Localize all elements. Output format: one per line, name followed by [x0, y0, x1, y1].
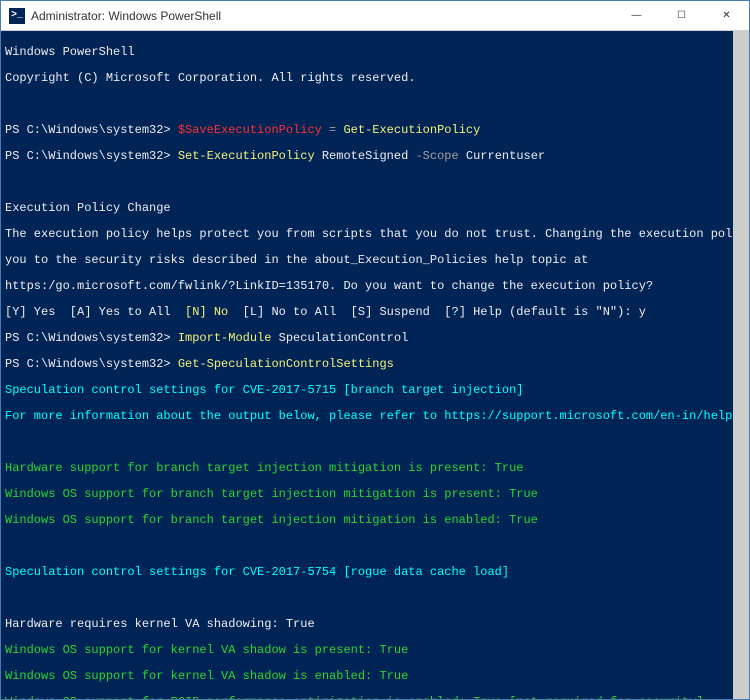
powershell-icon: >_ [9, 8, 25, 24]
output-info: Speculation control settings for CVE-201… [5, 384, 745, 397]
prompt: PS C:\Windows\system32> [5, 149, 178, 163]
option-text: [L] No to All [S] Suspend [?] Help (defa… [228, 305, 646, 319]
cmdlet: Import-Module [178, 331, 272, 345]
maximize-button[interactable]: ☐ [659, 1, 704, 30]
argument: RemoteSigned [315, 149, 416, 163]
policy-title: Execution Policy Change [5, 202, 745, 215]
cmdlet: Get-SpeculationControlSettings [178, 357, 394, 371]
window-title: Administrator: Windows PowerShell [31, 9, 614, 23]
policy-options: [Y] Yes [A] Yes to All [N] No [L] No to … [5, 306, 745, 319]
window-controls: — ☐ ✕ [614, 1, 749, 30]
command-line-3: PS C:\Windows\system32> Import-Module Sp… [5, 332, 745, 345]
cmdlet: Get-ExecutionPolicy [343, 123, 480, 137]
output-success: Windows OS support for kernel VA shadow … [5, 644, 745, 657]
terminal-output[interactable]: Windows PowerShell Copyright (C) Microso… [1, 31, 749, 699]
prompt: PS C:\Windows\system32> [5, 123, 178, 137]
output-success: Hardware support for branch target injec… [5, 462, 745, 475]
minimize-button[interactable]: — [614, 1, 659, 30]
option-text: [Y] Yes [A] Yes to All [5, 305, 185, 319]
output-info: Speculation control settings for CVE-201… [5, 566, 745, 579]
header-line: Windows PowerShell [5, 46, 745, 59]
scrollbar[interactable] [733, 31, 749, 699]
output-success: Windows OS support for branch target inj… [5, 514, 745, 527]
prompt: PS C:\Windows\system32> [5, 331, 178, 345]
command-line-4: PS C:\Windows\system32> Get-SpeculationC… [5, 358, 745, 371]
output-success: Windows OS support for kernel VA shadow … [5, 670, 745, 683]
operator: = [322, 123, 344, 137]
command-line-2: PS C:\Windows\system32> Set-ExecutionPol… [5, 150, 745, 163]
argument: SpeculationControl [271, 331, 408, 345]
policy-text: The execution policy helps protect you f… [5, 228, 745, 241]
policy-text: https:/go.microsoft.com/fwlink/?LinkID=1… [5, 280, 745, 293]
output-success: Windows OS support for PCID performance … [5, 696, 745, 699]
output-text: Hardware requires kernel VA shadowing: T… [5, 618, 745, 631]
scrollbar-thumb[interactable] [733, 31, 749, 699]
close-button[interactable]: ✕ [704, 1, 749, 30]
option-default: [N] No [185, 305, 228, 319]
window-titlebar: >_ Administrator: Windows PowerShell — ☐… [1, 1, 749, 31]
prompt: PS C:\Windows\system32> [5, 357, 178, 371]
variable: $SaveExecutionPolicy [178, 123, 322, 137]
output-info: For more information about the output be… [5, 410, 745, 423]
parameter-flag: -Scope [415, 149, 458, 163]
cmdlet: Set-ExecutionPolicy [178, 149, 315, 163]
argument: Currentuser [459, 149, 545, 163]
output-success: Windows OS support for branch target inj… [5, 488, 745, 501]
policy-text: you to the security risks described in t… [5, 254, 745, 267]
header-copyright: Copyright (C) Microsoft Corporation. All… [5, 72, 745, 85]
command-line-1: PS C:\Windows\system32> $SaveExecutionPo… [5, 124, 745, 137]
